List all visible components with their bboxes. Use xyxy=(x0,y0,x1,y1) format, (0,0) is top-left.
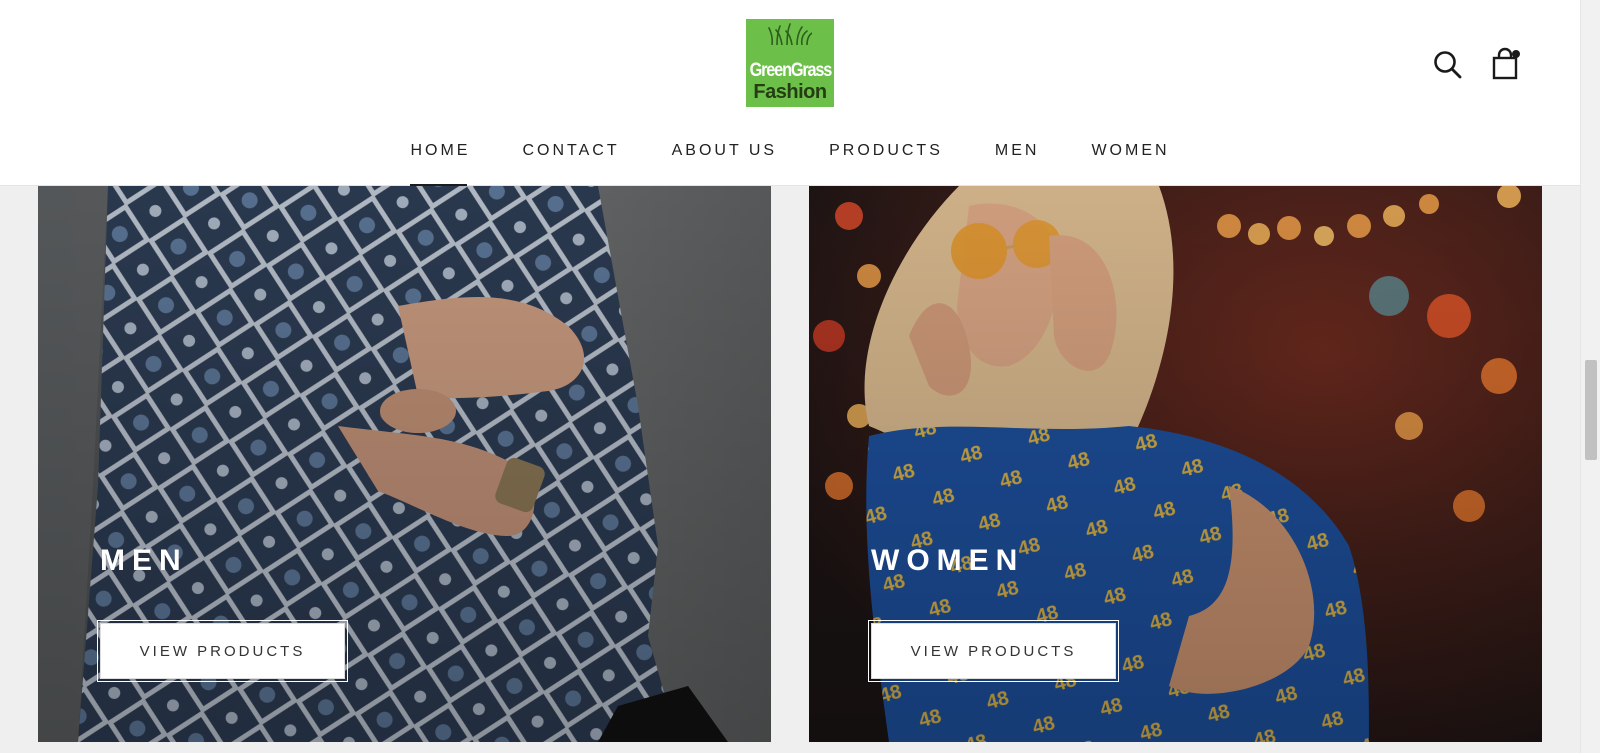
nav-about-us[interactable]: ABOUT US xyxy=(672,130,778,186)
nav-men[interactable]: MEN xyxy=(995,130,1040,186)
nav-products[interactable]: PRODUCTS xyxy=(829,130,943,186)
collection-tile-men[interactable]: MEN VIEW PRODUCTS xyxy=(38,186,771,742)
brand-logo[interactable]: GreenGrass Fashion xyxy=(746,19,834,107)
cart-icon[interactable] xyxy=(1490,46,1522,80)
logo-line-1: GreenGrass xyxy=(749,60,832,81)
nav-home[interactable]: HOME xyxy=(410,130,470,186)
view-products-men-button[interactable]: VIEW PRODUCTS xyxy=(97,620,348,682)
nav-contact[interactable]: CONTACT xyxy=(522,130,619,186)
site-header: GreenGrass Fashion HOME CONTACT ABOUT US… xyxy=(0,0,1580,186)
page-scrollbar[interactable] xyxy=(1580,0,1600,753)
logo-line-2: Fashion xyxy=(753,81,827,103)
search-icon[interactable] xyxy=(1432,49,1464,81)
collection-title-women: WOMEN xyxy=(871,544,1025,577)
scrollbar-thumb[interactable] xyxy=(1585,360,1597,460)
collection-tile-women[interactable]: 48 48 xyxy=(809,186,1542,742)
page: GreenGrass Fashion HOME CONTACT ABOUT US… xyxy=(0,0,1580,753)
main-nav: HOME CONTACT ABOUT US PRODUCTS MEN WOMEN xyxy=(0,130,1580,186)
collection-title-men: MEN xyxy=(100,544,188,577)
cart-badge-dot xyxy=(1512,50,1520,58)
view-products-women-button[interactable]: VIEW PRODUCTS xyxy=(868,620,1119,682)
nav-women[interactable]: WOMEN xyxy=(1091,130,1169,186)
grass-icon xyxy=(768,23,812,45)
